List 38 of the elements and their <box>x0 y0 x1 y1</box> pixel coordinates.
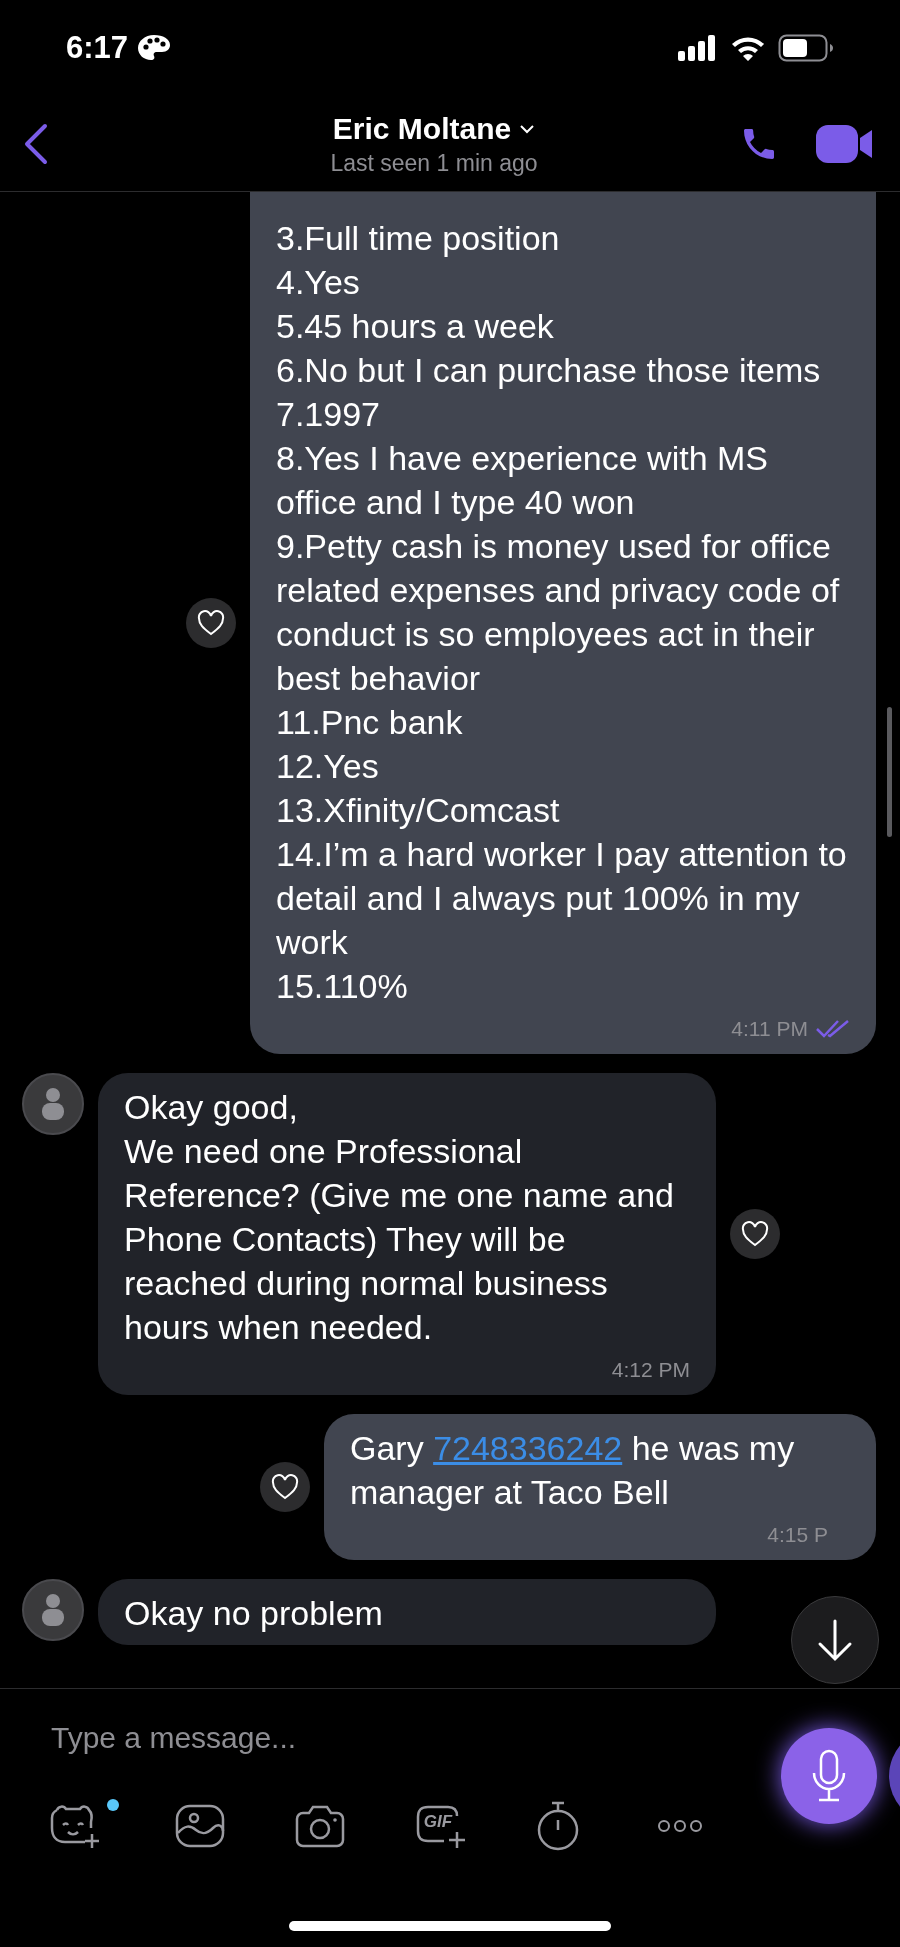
heart-icon[interactable] <box>741 1221 769 1247</box>
message-text: 13.Xfinity/Comcast <box>276 790 561 831</box>
message-text: 6.No but I can purchase those items <box>276 350 822 391</box>
contact-name[interactable]: Eric Moltane <box>332 109 512 148</box>
message-text: 8.Yes I have experience with MS office and I type 40 won <box>276 438 770 523</box>
message-text: 5.45 hours a week <box>276 306 555 347</box>
message-text: 3.Full time position <box>276 218 561 259</box>
signal-icon <box>678 35 718 61</box>
message-text: 7.1997 <box>276 394 381 435</box>
chevron-down-icon[interactable] <box>519 123 536 134</box>
message-text: 14.I’m a hard worker I pay attention to detail and I always put 100% in my work <box>276 834 848 963</box>
like-button[interactable] <box>260 1462 310 1512</box>
message-time: 4:11 PM <box>731 1016 808 1043</box>
battery-icon <box>778 34 834 62</box>
wifi-icon <box>730 35 766 61</box>
message-text: 4.Yes <box>276 262 361 303</box>
gif-button[interactable]: GIF <box>410 1801 472 1851</box>
like-button[interactable] <box>730 1209 780 1259</box>
message-text: 15.110% <box>276 966 409 1007</box>
message-text: Gary 7248336242 he was my manager at Taco Bell <box>350 1428 796 1513</box>
message-time: 4:12 PM <box>611 1357 690 1384</box>
voice-message-button[interactable] <box>781 1728 877 1824</box>
message-input[interactable]: Type a message... <box>51 1717 571 1757</box>
last-seen-status: Last seen 1 min ago <box>330 148 538 178</box>
more-icon[interactable] <box>657 1819 703 1833</box>
message-text: Okay good, <box>124 1087 299 1128</box>
heart-icon[interactable] <box>197 610 225 636</box>
message-time: 4:15 P <box>767 1522 828 1549</box>
heart-icon[interactable] <box>271 1474 299 1500</box>
message-text: Okay no problem <box>124 1593 384 1634</box>
microphone-icon[interactable] <box>811 1749 847 1803</box>
message-text: We need one Professional Reference? (Give me one name and Phone Contacts) They will be reached during normal business hours when needed. <box>124 1131 675 1348</box>
message-text: 11.Pnc bank <box>276 702 464 743</box>
message-text: 12.Yes <box>276 746 380 787</box>
like-button[interactable] <box>186 598 236 648</box>
message-text: 9.Petty cash is money used for office related expenses and privacy code of conduct is so employees act in their best behavior <box>276 526 841 699</box>
palette-icon <box>136 33 173 63</box>
status-time: 6:17 <box>66 28 129 67</box>
